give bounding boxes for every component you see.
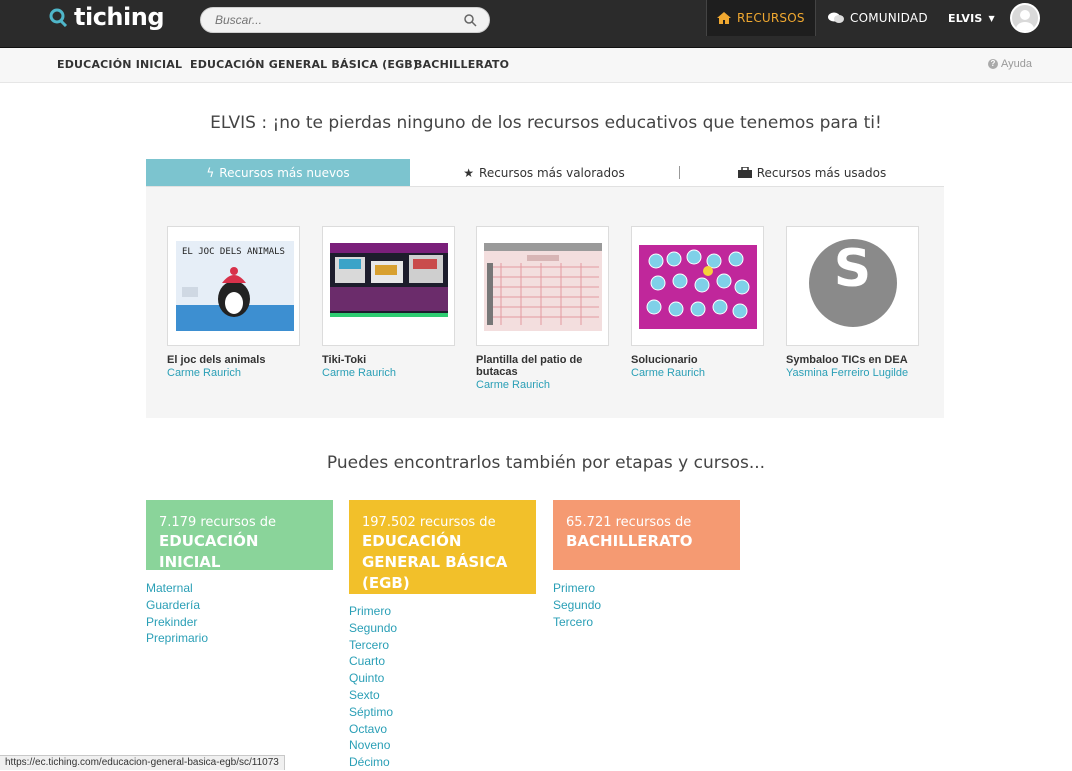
resource-card[interactable]: Tiki-Toki Carme Raurich	[322, 226, 455, 380]
stage-course-list: Primero Segundo Tercero	[553, 580, 740, 630]
search-input[interactable]	[201, 8, 465, 32]
subnav-egb[interactable]: EDUCACIÓN GENERAL BÁSICA (EGB)	[190, 58, 418, 71]
resource-title[interactable]: Symbaloo TICs en DEA	[786, 354, 919, 366]
stage-count: 65.721 recursos de	[566, 515, 692, 530]
stage-name: EDUCACIÓN GENERAL BÁSICA (EGB)	[362, 532, 508, 592]
resource-card[interactable]: Plantilla del patio de butacas Carme Rau…	[476, 226, 609, 392]
lightning-icon: ϟ	[206, 165, 215, 180]
caret-down-icon: ▼	[988, 13, 995, 23]
user-silhouette-icon	[1016, 10, 1034, 31]
resources-panel: EL JOC DELS ANIMALS El joc dels animals …	[146, 187, 944, 418]
help-label: Ayuda	[1001, 58, 1032, 70]
tab-label: Recursos más usados	[756, 165, 887, 180]
stage-bachillerato: 65.721 recursos de BACHILLERATO Primero …	[553, 500, 740, 630]
help-link[interactable]: ? Ayuda	[988, 58, 1032, 70]
resource-tabs: ϟ Recursos más nuevos ★ Recursos más val…	[146, 159, 944, 187]
resource-thumbnail[interactable]: S	[786, 226, 919, 346]
resource-thumbnail[interactable]	[476, 226, 609, 346]
tiching-logo[interactable]: tiching	[48, 0, 165, 34]
page-headline: ELVIS : ¡no te pierdas ninguno de los re…	[210, 113, 882, 133]
stage-egb: 197.502 recursos de EDUCACIÓN GENERAL BÁ…	[349, 500, 536, 771]
course-link[interactable]: Preprimario	[146, 630, 333, 647]
subnav-bachillerato[interactable]: BACHILLERATO	[414, 58, 509, 71]
resource-author[interactable]: Carme Raurich	[167, 367, 300, 380]
stage-name: BACHILLERATO	[566, 532, 693, 550]
nav-recursos-label: RECURSOS	[737, 11, 805, 25]
course-link[interactable]: Primero	[553, 580, 740, 597]
search-bar	[200, 7, 490, 33]
stage-box[interactable]: 65.721 recursos de BACHILLERATO	[553, 500, 740, 570]
stage-course-list: Maternal Guardería Prekinder Preprimario	[146, 580, 333, 647]
browser-status-bar: https://ec.tiching.com/educacion-general…	[0, 755, 285, 770]
tab-recursos-mas-valorados[interactable]: ★ Recursos más valorados	[410, 159, 678, 186]
subnav-educacion-inicial[interactable]: EDUCACIÓN INICIAL	[57, 58, 182, 71]
chat-bubbles-icon	[828, 12, 844, 23]
nav-recursos[interactable]: RECURSOS	[706, 0, 816, 36]
stage-count: 197.502 recursos de	[362, 515, 496, 530]
course-link[interactable]: Quinto	[349, 670, 536, 687]
star-icon: ★	[463, 165, 475, 180]
resource-title[interactable]: Plantilla del patio de butacas	[476, 354, 609, 378]
course-link[interactable]: Sexto	[349, 687, 536, 704]
help-icon: ?	[988, 59, 998, 69]
briefcase-icon	[737, 167, 752, 178]
course-link[interactable]: Prekinder	[146, 614, 333, 631]
nav-comunidad-label: COMUNIDAD	[850, 11, 928, 25]
resource-card[interactable]: S Symbaloo TICs en DEA Yasmina Ferreiro …	[786, 226, 919, 380]
top-bar: tiching RECURSOS COMUNIDAD ELVIS ▼	[0, 0, 1072, 48]
course-link[interactable]: Primero	[349, 603, 536, 620]
resource-author[interactable]: Carme Raurich	[322, 367, 455, 380]
course-link[interactable]: Décimo	[349, 754, 536, 771]
tab-recursos-mas-nuevos[interactable]: ϟ Recursos más nuevos	[146, 159, 410, 186]
thumbnail-caption: EL JOC DELS ANIMALS	[182, 247, 285, 257]
resource-thumbnail[interactable]	[631, 226, 764, 346]
tab-label: Recursos más nuevos	[219, 165, 350, 180]
course-link[interactable]: Octavo	[349, 721, 536, 738]
tab-label: Recursos más valorados	[479, 165, 625, 180]
stage-nav: EDUCACIÓN INICIAL EDUCACIÓN GENERAL BÁSI…	[0, 48, 1072, 83]
logo-mark-icon	[49, 8, 68, 27]
home-icon	[717, 12, 731, 24]
course-link[interactable]: Cuarto	[349, 653, 536, 670]
course-link[interactable]: Noveno	[349, 737, 536, 754]
resource-card[interactable]: Solucionario Carme Raurich	[631, 226, 764, 380]
resource-author[interactable]: Carme Raurich	[631, 367, 764, 380]
stage-name: EDUCACIÓN INICIAL	[159, 532, 259, 571]
search-icon[interactable]	[463, 13, 477, 27]
stage-box[interactable]: 197.502 recursos de EDUCACIÓN GENERAL BÁ…	[349, 500, 536, 594]
resource-thumbnail[interactable]	[322, 226, 455, 346]
course-link[interactable]: Tercero	[349, 637, 536, 654]
stage-educacion-inicial: 7.179 recursos de EDUCACIÓN INICIAL Mate…	[146, 500, 333, 647]
user-menu[interactable]: ELVIS ▼	[938, 0, 1005, 36]
resource-title[interactable]: El joc dels animals	[167, 354, 300, 366]
resource-title[interactable]: Tiki-Toki	[322, 354, 455, 366]
resource-card[interactable]: EL JOC DELS ANIMALS El joc dels animals …	[167, 226, 300, 380]
resource-author[interactable]: Carme Raurich	[476, 379, 609, 392]
resource-author[interactable]: Yasmina Ferreiro Lugilde	[786, 367, 919, 380]
stage-count: 7.179 recursos de	[159, 515, 277, 530]
logo-text: tiching	[74, 3, 165, 31]
stage-course-list: Primero Segundo Tercero Cuarto Quinto Se…	[349, 603, 536, 771]
resource-thumbnail[interactable]: EL JOC DELS ANIMALS	[167, 226, 300, 346]
course-link[interactable]: Séptimo	[349, 704, 536, 721]
user-name: ELVIS	[948, 11, 983, 25]
stage-box[interactable]: 7.179 recursos de EDUCACIÓN INICIAL	[146, 500, 333, 571]
nav-comunidad[interactable]: COMUNIDAD	[818, 0, 938, 36]
tab-recursos-mas-usados[interactable]: Recursos más usados	[680, 159, 944, 186]
course-link[interactable]: Segundo	[349, 620, 536, 637]
course-link[interactable]: Tercero	[553, 614, 740, 631]
course-link[interactable]: Guardería	[146, 597, 333, 614]
symbaloo-letter: S	[833, 239, 872, 299]
course-link[interactable]: Maternal	[146, 580, 333, 597]
course-link[interactable]: Segundo	[553, 597, 740, 614]
avatar[interactable]	[1010, 3, 1040, 33]
resource-title[interactable]: Solucionario	[631, 354, 764, 366]
stages-headline: Puedes encontrarlos también por etapas y…	[326, 453, 766, 473]
